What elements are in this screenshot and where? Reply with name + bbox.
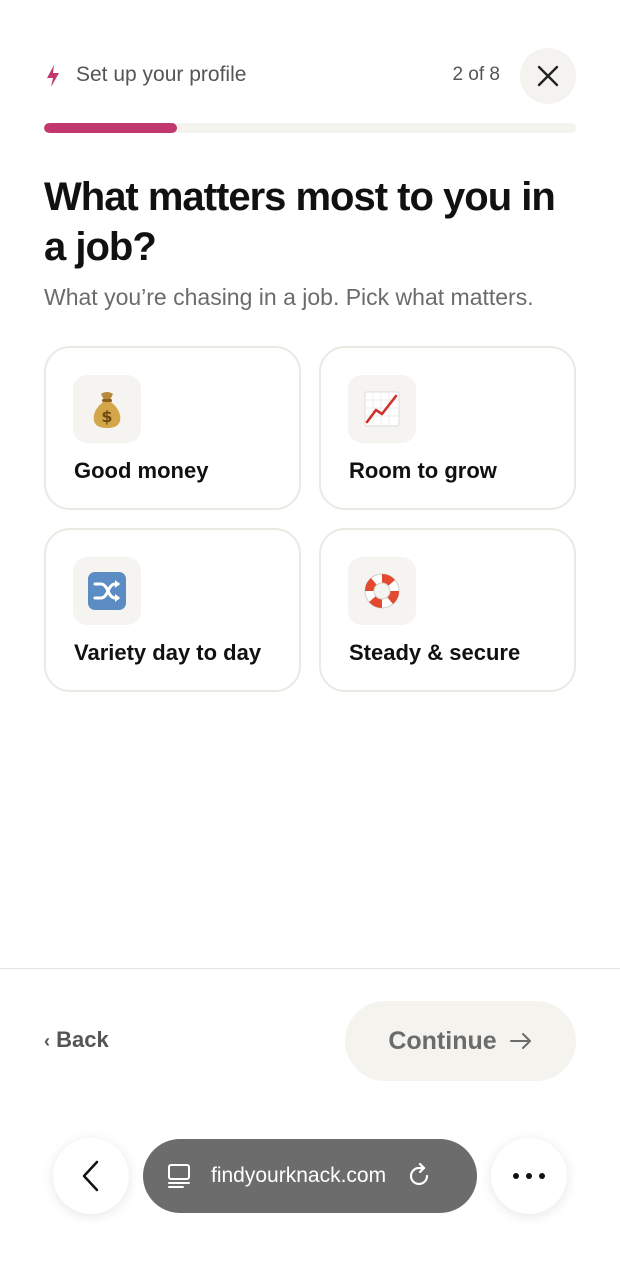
close-button[interactable] [520, 48, 576, 104]
onboarding-header: Set up your profile 2 of 8 [44, 48, 576, 104]
option-label: Room to grow [349, 458, 497, 483]
option-label: Variety day to day [74, 640, 262, 665]
progress-bar-fill [44, 123, 177, 133]
progress-bar [44, 123, 576, 133]
option-icon-box [348, 375, 416, 443]
back-link[interactable]: ‹ Back [44, 1027, 109, 1053]
arrow-right-icon [509, 1033, 531, 1049]
back-label: Back [56, 1027, 109, 1052]
option-icon-box [348, 557, 416, 625]
lightning-bolt-icon [47, 65, 59, 87]
money-bag-icon: $ [93, 392, 121, 428]
step-title: Set up your profile [76, 63, 247, 86]
question-subtitle: What you’re chasing in a job. Pick what … [44, 284, 534, 310]
option-variety[interactable]: Variety day to day [44, 528, 301, 692]
browser-back-button[interactable] [53, 1138, 129, 1214]
option-icon-box: $ [73, 375, 141, 443]
options-grid: $ Good money Room to grow Variety day to… [44, 346, 576, 692]
option-icon-box [73, 557, 141, 625]
lifebuoy-icon [364, 573, 400, 609]
url-text: findyourknack.com [211, 1164, 387, 1187]
close-icon [537, 65, 559, 87]
option-room-to-grow[interactable]: Room to grow [319, 346, 576, 510]
chevron-left-icon: ‹ [44, 1031, 50, 1051]
chevron-left-icon [82, 1160, 99, 1192]
ellipsis-icon [513, 1173, 545, 1179]
question-title: What matters most to you in a job? [44, 175, 556, 269]
footer-divider [0, 968, 620, 969]
svg-text:$: $ [101, 407, 112, 426]
continue-label: Continue [388, 1026, 497, 1055]
option-label: Good money [74, 458, 209, 483]
continue-button[interactable]: Continue [345, 1001, 576, 1081]
option-good-money[interactable]: $ Good money [44, 346, 301, 510]
chart-increasing-icon [364, 391, 400, 427]
address-bar[interactable]: findyourknack.com [143, 1139, 477, 1213]
step-counter: 2 of 8 [452, 64, 500, 85]
option-label: Steady & secure [349, 640, 521, 665]
shuffle-icon [88, 572, 126, 610]
page-menu-icon[interactable] [167, 1163, 191, 1189]
more-options-button[interactable] [491, 1138, 567, 1214]
option-steady-secure[interactable]: Steady & secure [319, 528, 576, 692]
reload-icon[interactable] [406, 1163, 432, 1189]
